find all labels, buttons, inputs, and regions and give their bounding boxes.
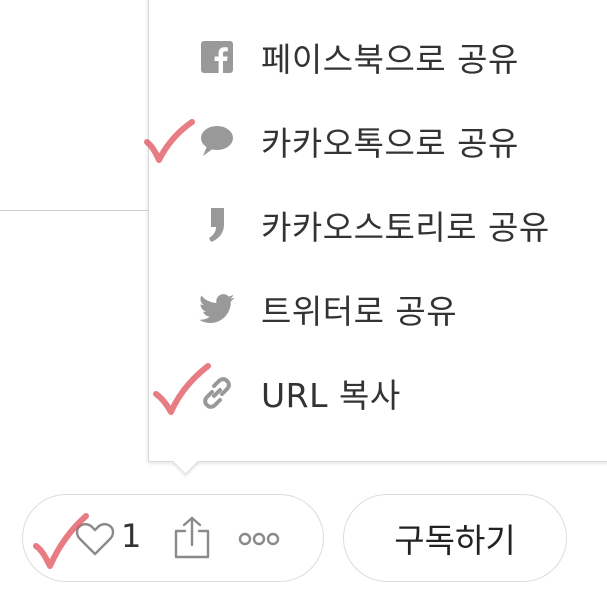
page: 페이스북으로 공유 카카오톡으로 공유 카카오스토리로 공유 트위터로 공유 U… — [0, 0, 607, 605]
like-count: 1 — [121, 517, 142, 555]
content-divider — [0, 210, 150, 211]
menu-item-facebook-share[interactable]: 페이스북으로 공유 — [149, 27, 607, 87]
more-options-button[interactable] — [235, 523, 283, 555]
menu-item-label: 페이스북으로 공유 — [261, 40, 519, 79]
share-icon — [174, 516, 210, 559]
menu-item-kakaotalk-share[interactable]: 카카오톡으로 공유 — [149, 111, 607, 171]
link-icon — [199, 375, 235, 411]
menu-item-label: 카카오톡으로 공유 — [261, 124, 519, 163]
kakaostory-icon — [199, 207, 235, 243]
twitter-icon — [199, 291, 235, 327]
menu-item-kakaostory-share[interactable]: 카카오스토리로 공유 — [149, 195, 607, 255]
menu-item-copy-url[interactable]: URL 복사 — [149, 363, 607, 423]
menu-item-label: 카카오스토리로 공유 — [261, 208, 550, 247]
share-button[interactable] — [171, 515, 213, 561]
subscribe-button[interactable]: 구독하기 — [343, 494, 567, 582]
facebook-icon — [199, 39, 235, 75]
menu-item-label: 트위터로 공유 — [261, 292, 458, 331]
kakaotalk-icon — [199, 123, 235, 159]
share-menu-popup: 페이스북으로 공유 카카오톡으로 공유 카카오스토리로 공유 트위터로 공유 U… — [148, 0, 607, 462]
heart-icon — [75, 523, 115, 556]
menu-item-label: URL 복사 — [261, 376, 401, 415]
more-icon — [238, 532, 280, 546]
post-action-bar: 1 — [22, 494, 324, 582]
menu-item-twitter-share[interactable]: 트위터로 공유 — [149, 279, 607, 339]
like-button[interactable] — [69, 513, 123, 565]
